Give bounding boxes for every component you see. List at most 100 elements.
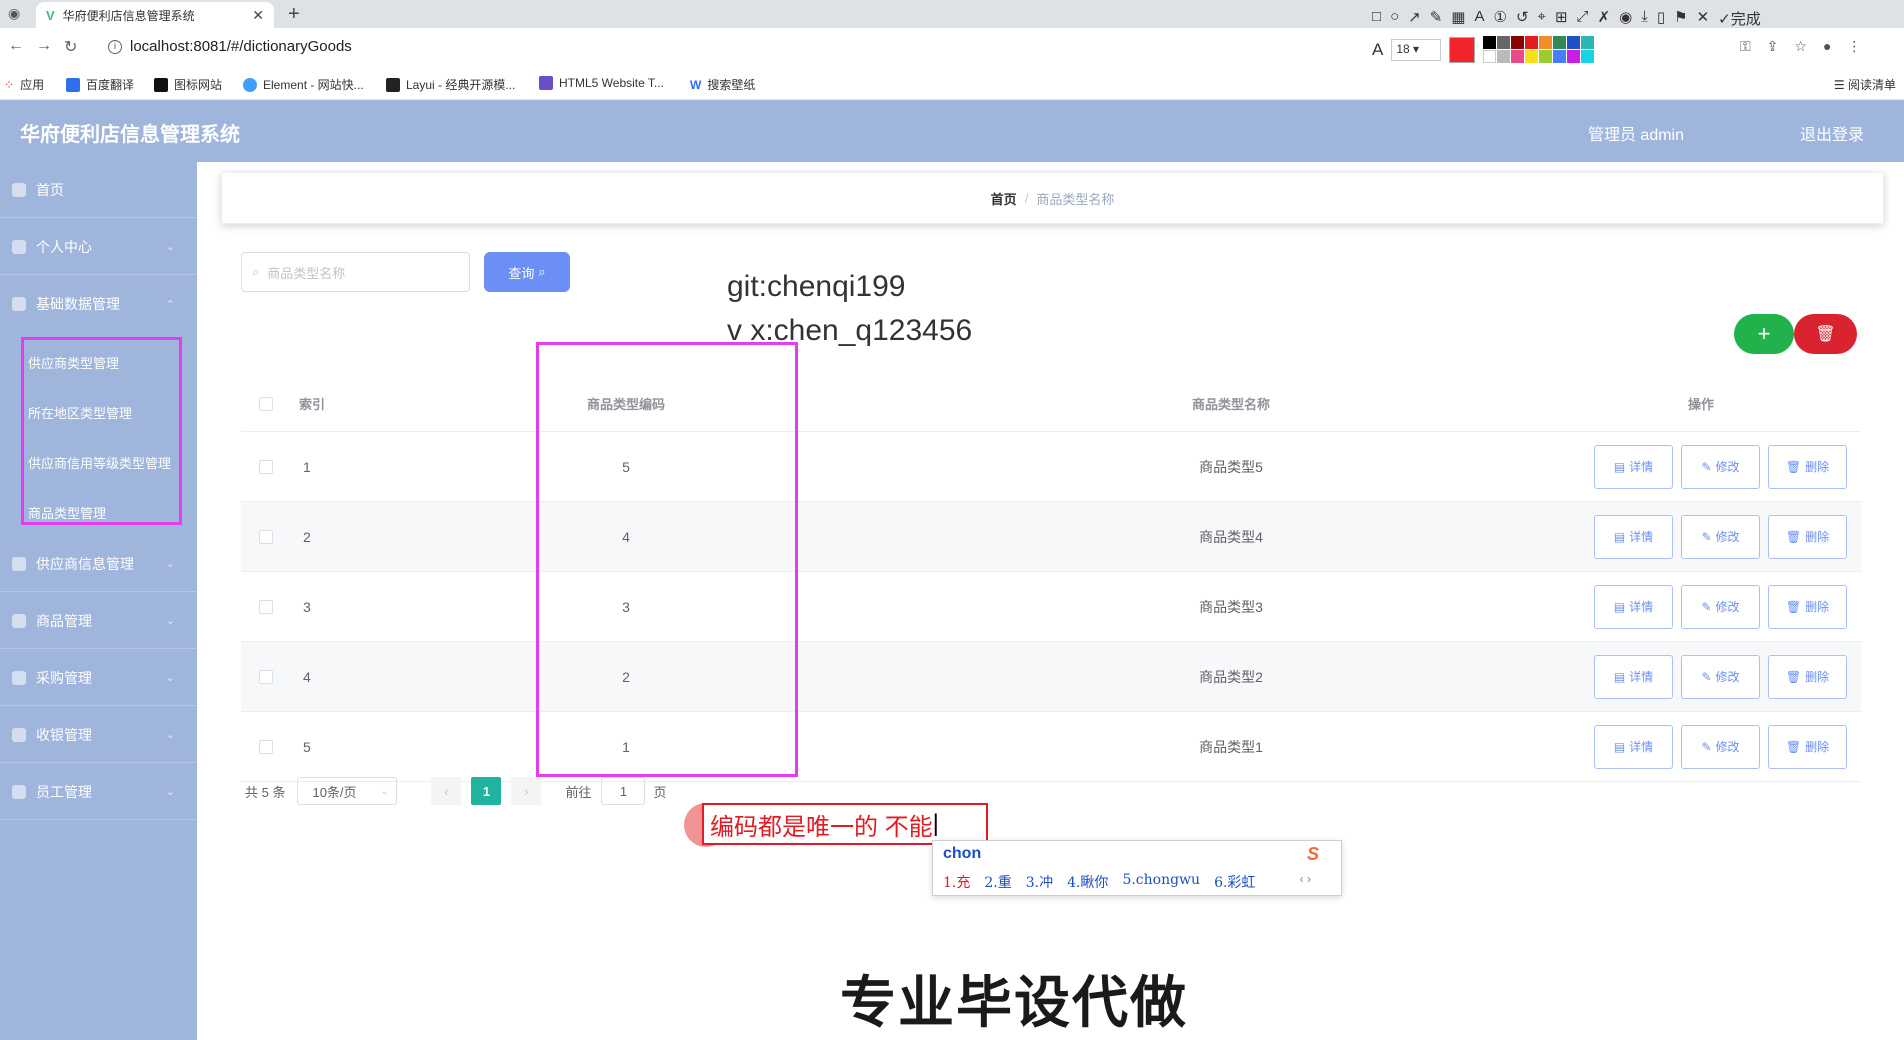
edit-button[interactable]: ✎ 修改 — [1681, 654, 1760, 699]
ime-page-arrows[interactable]: ‹ › — [1300, 872, 1311, 886]
color-palette[interactable] — [1483, 36, 1595, 63]
done-icon[interactable]: ✓完成 — [1718, 8, 1761, 29]
sidebar-item-home[interactable]: 首页 — [0, 162, 197, 218]
current-color-swatch[interactable] — [1449, 36, 1476, 63]
sidebar-item-basic-data[interactable]: 基础数据管理 ⌃ — [0, 276, 197, 332]
ime-candidate[interactable]: 6.彩虹 — [1214, 872, 1255, 892]
back-icon[interactable]: ← — [8, 37, 24, 55]
page-number-current[interactable]: 1 — [471, 777, 502, 805]
edit-button[interactable]: ✎ 修改 — [1681, 584, 1760, 629]
translate-icon[interactable]: ✗ — [1598, 8, 1611, 29]
mosaic-tool-icon[interactable]: ▦ — [1451, 8, 1465, 29]
reading-list[interactable]: ☰ 阅读清单 — [1834, 76, 1896, 93]
delete-button[interactable]: 🗑 删除 — [1768, 584, 1847, 629]
record-icon[interactable]: ◉ — [1619, 8, 1632, 29]
site-info-icon[interactable]: i — [108, 39, 122, 54]
sidebar-item-profile[interactable]: 个人中心 ⌄ — [0, 219, 197, 275]
rectangle-tool-icon[interactable]: □ — [1372, 8, 1381, 29]
detail-button[interactable]: ▤ 详情 — [1594, 584, 1673, 629]
bookmark-element[interactable]: Element - 网站快... — [243, 76, 364, 93]
page-size-select[interactable]: 10条/页 ⌄ — [297, 777, 398, 805]
bookmark-apps[interactable]: ⁘ 应用 — [4, 76, 44, 93]
sidebar-item-staff[interactable]: 员工管理 ⌄ — [0, 764, 197, 820]
arrow-tool-icon[interactable]: ↗ — [1408, 8, 1421, 29]
pin-icon[interactable]: ⌖ — [1538, 8, 1546, 29]
key-icon[interactable]: ⚿ — [1740, 38, 1751, 55]
ime-candidate[interactable]: 4.瞅你 — [1067, 872, 1108, 892]
bookmark-icon-site[interactable]: 图标网站 — [154, 76, 222, 93]
delete-button[interactable]: 🗑 删除 — [1768, 514, 1847, 559]
sidebar-item-cashier[interactable]: 收银管理 ⌄ — [0, 707, 197, 763]
bookmark-baidu-translate[interactable]: 百度翻译 — [66, 76, 134, 93]
font-size-select[interactable]: 18 ▾ — [1391, 38, 1442, 61]
delete-button[interactable]: 🗑 删除 — [1768, 444, 1847, 489]
ime-candidate[interactable]: 5.chongwu — [1122, 872, 1200, 892]
breadcrumb-home[interactable]: 首页 — [991, 189, 1017, 208]
bookmark-icon[interactable]: ⚑ — [1674, 8, 1687, 29]
new-tab-icon[interactable]: + — [288, 3, 300, 26]
bookmark-html5[interactable]: HTML5 Website T... — [539, 76, 664, 90]
reload-icon[interactable]: ↻ — [64, 37, 77, 57]
ime-candidate[interactable]: 1.充 — [943, 872, 970, 892]
undo-icon[interactable]: ↺ — [1516, 8, 1529, 29]
row-checkbox[interactable] — [259, 642, 273, 711]
profile-icon[interactable]: ● — [1823, 38, 1831, 55]
detail-button[interactable]: ▤ 详情 — [1594, 654, 1673, 699]
star-icon[interactable]: ☆ — [1794, 38, 1807, 55]
ocr-icon[interactable]: ⊞ — [1555, 8, 1568, 29]
download-icon[interactable]: ⤓ — [1641, 8, 1648, 29]
forward-icon[interactable]: → — [36, 37, 52, 55]
more-icon[interactable]: ⋮ — [1847, 38, 1861, 55]
search-input[interactable]: ⌕ 商品类型名称 — [241, 252, 470, 292]
goto-page-input[interactable]: 1 — [601, 777, 646, 805]
add-button[interactable]: + — [1734, 314, 1794, 354]
url-field[interactable]: i localhost:8081/#/dictionaryGoods — [108, 38, 352, 55]
window-menu-icon[interactable]: ◉ — [8, 5, 20, 22]
number-tool-icon[interactable]: ① — [1493, 8, 1506, 29]
sidebar-item-supplier[interactable]: 供应商信息管理 ⌄ — [0, 536, 197, 592]
prev-page-button[interactable]: ‹ — [431, 777, 462, 805]
bookmark-label: 百度翻译 — [86, 78, 135, 92]
detail-button[interactable]: ▤ 详情 — [1594, 514, 1673, 559]
circle-tool-icon[interactable]: ○ — [1390, 8, 1399, 29]
cancel-icon[interactable]: ✕ — [1697, 8, 1710, 29]
tab-close-icon[interactable]: ✕ — [252, 7, 264, 24]
font-icon: A — [1372, 39, 1384, 59]
row-checkbox[interactable] — [259, 572, 273, 641]
row-checkbox[interactable] — [259, 712, 273, 781]
share-icon[interactable]: ⇪ — [1767, 38, 1779, 55]
bookmark-layui[interactable]: Layui - 经典开源模... — [386, 76, 515, 93]
chevron-down-icon: ⌄ — [165, 786, 175, 798]
sidebar-item-purchase[interactable]: 采购管理 ⌄ — [0, 650, 197, 706]
detail-button[interactable]: ▤ 详情 — [1594, 724, 1673, 769]
tab-title: 华府便利店信息管理系统 — [62, 8, 195, 23]
edit-button[interactable]: ✎ 修改 — [1681, 724, 1760, 769]
browser-tab[interactable]: V 华府便利店信息管理系统 ✕ — [36, 2, 274, 28]
delete-label: 删除 — [1805, 670, 1830, 684]
ime-candidate[interactable]: 3.冲 — [1026, 872, 1053, 892]
bookmark-wallpaper[interactable]: W 搜索壁纸 — [690, 76, 755, 93]
select-all-checkbox[interactable] — [259, 376, 273, 431]
delete-button[interactable]: 🗑 删除 — [1768, 724, 1847, 769]
row-checkbox[interactable] — [259, 502, 273, 571]
row-checkbox[interactable] — [259, 432, 273, 501]
save-icon[interactable]: ▯ — [1657, 8, 1665, 29]
detail-label: 详情 — [1629, 670, 1654, 684]
edit-button[interactable]: ✎ 修改 — [1681, 514, 1760, 559]
batch-delete-button[interactable]: 🗑 — [1794, 314, 1857, 354]
detail-button[interactable]: ▤ 详情 — [1594, 444, 1673, 489]
search-button[interactable]: 查询 ⌕ — [484, 252, 570, 292]
logout-link[interactable]: 退出登录 — [1800, 121, 1864, 145]
layui-site-icon — [386, 77, 400, 92]
long-screenshot-icon[interactable]: ⤢ — [1577, 8, 1589, 29]
annotation-text-box[interactable]: 编码都是唯一的 不能 | — [702, 803, 988, 845]
wallpaper-site-icon: W — [690, 77, 702, 92]
ime-candidate[interactable]: 2.重 — [984, 872, 1011, 892]
pencil-tool-icon[interactable]: ✎ — [1430, 8, 1443, 29]
delete-button[interactable]: 🗑 删除 — [1768, 654, 1847, 699]
next-page-button[interactable]: › — [511, 777, 542, 805]
edit-button[interactable]: ✎ 修改 — [1681, 444, 1760, 489]
text-tool-icon[interactable]: A — [1474, 8, 1484, 29]
trash-icon: 🗑 — [1785, 669, 1802, 684]
sidebar-item-goods[interactable]: 商品管理 ⌄ — [0, 593, 197, 649]
